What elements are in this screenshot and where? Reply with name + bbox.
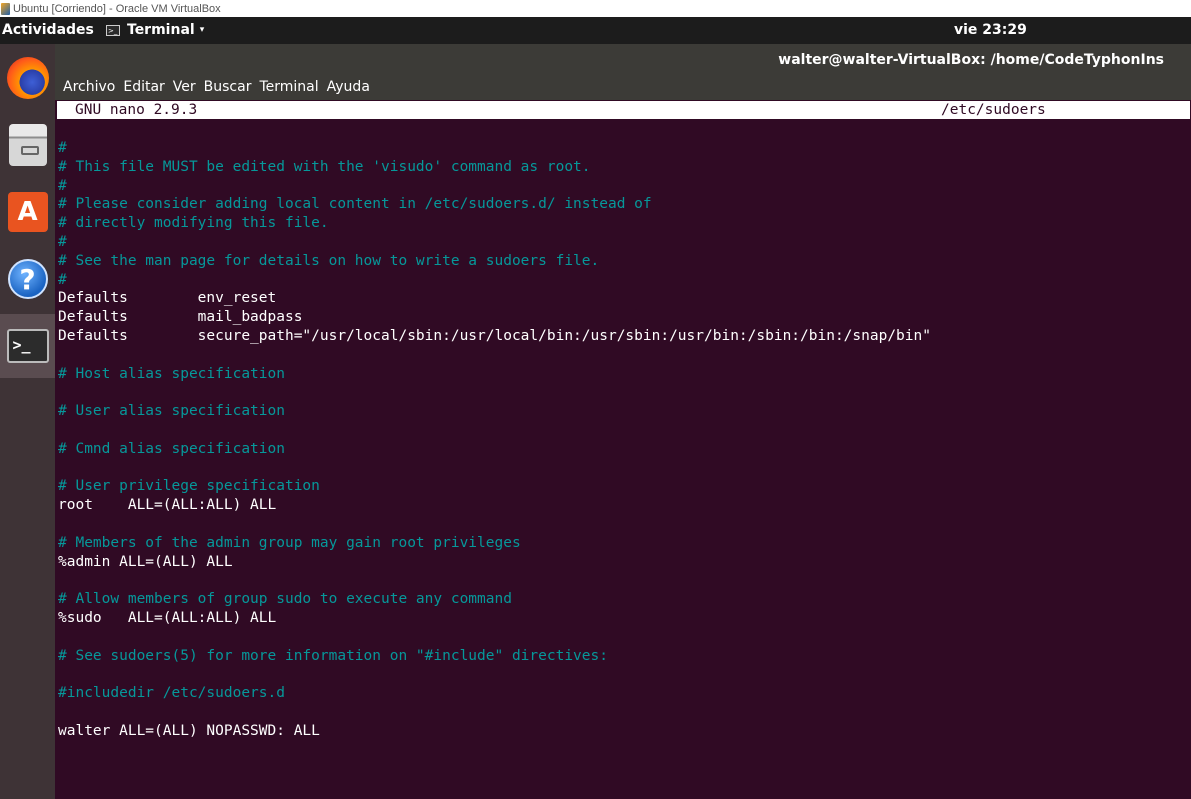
- editor-line: %sudo ALL=(ALL:ALL) ALL: [58, 609, 277, 626]
- terminal-app-icon: >_: [106, 24, 120, 36]
- menu-editar[interactable]: Editar: [123, 79, 164, 95]
- editor-line: Defaults env_reset: [58, 290, 277, 307]
- editor-line: Defaults mail_badpass: [58, 309, 303, 326]
- files-icon: [8, 124, 47, 166]
- editor-line: # This file MUST be edited with the 'vis…: [58, 158, 591, 175]
- app-menu-label: Terminal: [127, 22, 195, 38]
- software-icon: A: [7, 192, 48, 232]
- editor-line: # See the man page for details on how to…: [58, 252, 600, 269]
- editor-line: # directly modifying this file.: [58, 215, 329, 232]
- menu-ayuda[interactable]: Ayuda: [327, 79, 370, 95]
- dock-item-firefox[interactable]: [0, 46, 55, 110]
- editor-line: root ALL=(ALL:ALL) ALL: [58, 497, 277, 514]
- virtualbox-icon: [1, 2, 10, 15]
- dock-item-software[interactable]: A: [0, 180, 55, 244]
- editor-line: %admin ALL=(ALL) ALL: [58, 553, 233, 570]
- editor-line: #: [58, 233, 67, 250]
- terminal-header: walter@walter-VirtualBox: /home/CodeTyph…: [55, 44, 1191, 100]
- editor-line: Defaults secure_path="/usr/local/sbin:/u…: [58, 327, 931, 344]
- menu-terminal[interactable]: Terminal: [259, 79, 318, 95]
- editor-line: # User alias specification: [58, 403, 285, 420]
- editor-line: #: [58, 271, 67, 288]
- top-panel: Actividades >_ Terminal ▾ vie 23:29: [0, 17, 1191, 44]
- editor-line: # See sudoers(5) for more information on…: [58, 647, 608, 664]
- editor-content[interactable]: # # This file MUST be edited with the 'vi…: [58, 139, 1188, 741]
- clock[interactable]: vie 23:29: [954, 22, 1027, 38]
- vbox-title: Ubuntu [Corriendo] - Oracle VM VirtualBo…: [13, 2, 221, 15]
- editor-line: #: [58, 140, 67, 156]
- editor-line: # User privilege specification: [58, 478, 320, 495]
- nano-filename: /etc/sudoers: [941, 102, 1046, 118]
- firefox-icon: [6, 57, 49, 99]
- terminal-icon: >_: [6, 329, 49, 363]
- editor-line: #includedir /etc/sudoers.d: [58, 685, 285, 702]
- dock-item-files[interactable]: [0, 113, 55, 177]
- menu-ver[interactable]: Ver: [173, 79, 196, 95]
- nano-title-bar: GNU nano 2.9.3 /etc/sudoers: [57, 101, 1190, 119]
- dock: A ? >_: [0, 44, 55, 799]
- chevron-down-icon: ▾: [199, 25, 205, 35]
- vbox-title-bar: Ubuntu [Corriendo] - Oracle VM VirtualBo…: [0, 0, 1191, 17]
- editor-line: walter ALL=(ALL) NOPASSWD: ALL: [58, 722, 320, 739]
- editor-line: # Allow members of group sudo to execute…: [58, 591, 512, 608]
- editor-line: # Please consider adding local content i…: [58, 196, 652, 213]
- editor-line: # Members of the admin group may gain ro…: [58, 534, 521, 551]
- dock-item-terminal[interactable]: >_: [0, 314, 55, 378]
- editor-line: #: [58, 177, 67, 194]
- activities-button[interactable]: Actividades: [2, 22, 94, 38]
- help-icon: ?: [7, 259, 48, 299]
- dock-item-help[interactable]: ?: [0, 247, 55, 311]
- editor-line: # Host alias specification: [58, 365, 285, 382]
- nano-version: GNU nano 2.9.3: [75, 102, 198, 118]
- menu-buscar[interactable]: Buscar: [204, 79, 252, 95]
- terminal-title: walter@walter-VirtualBox: /home/CodeTyph…: [778, 52, 1164, 68]
- editor-line: # Cmnd alias specification: [58, 440, 285, 457]
- menu-archivo[interactable]: Archivo: [63, 79, 115, 95]
- terminal-menubar: Archivo Editar Ver Buscar Terminal Ayuda: [63, 79, 378, 95]
- app-menu[interactable]: >_ Terminal ▾: [106, 22, 204, 38]
